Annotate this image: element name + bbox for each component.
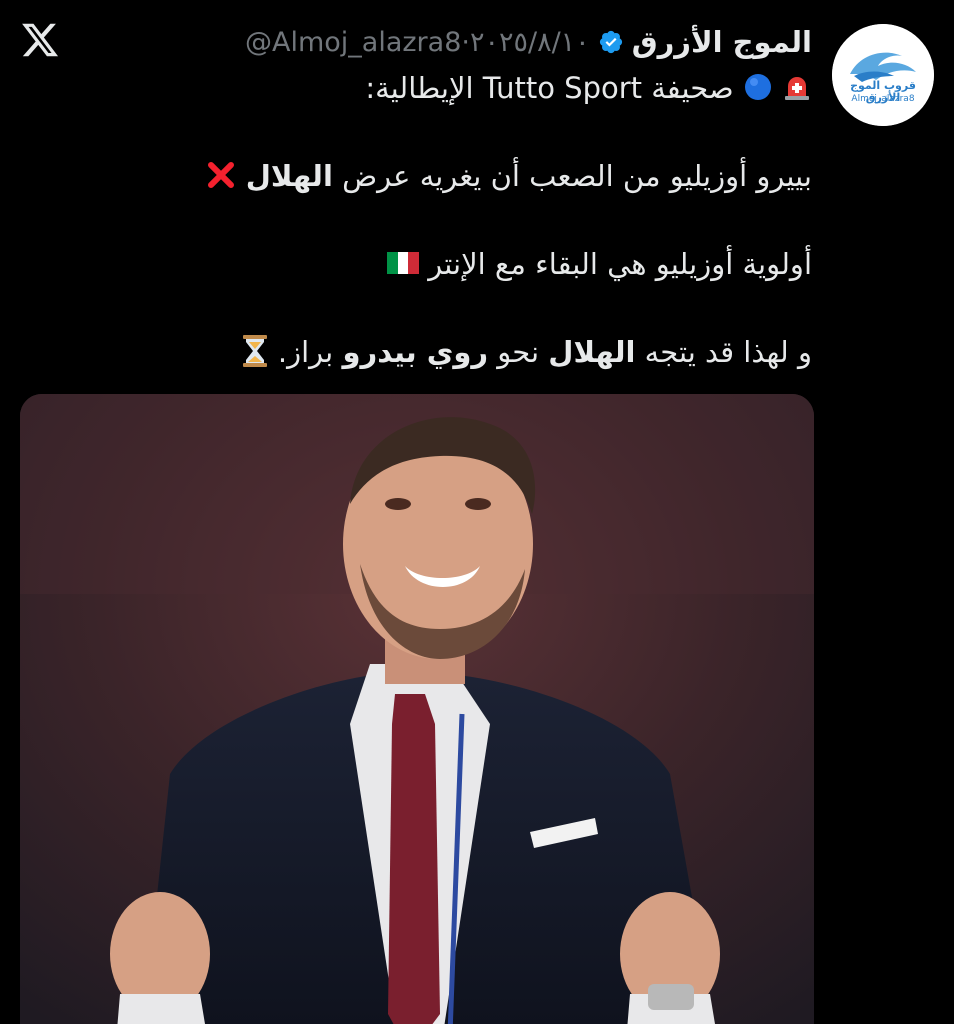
line2-text: بييرو أوزيليو من الصعب أن يغريه عرض [332,159,812,193]
meta-separator: · [461,26,470,58]
line1-suffix: الإيطالية: [365,71,483,105]
x-logo-icon[interactable] [20,20,60,60]
tweet-card: قروب الموج الأزرق Almoj_alazra8 الموج ال… [0,0,954,1024]
tweet-line-2: بييرو أوزيليو من الصعب أن يغريه عرض الهل… [12,156,812,196]
avatar-logo-handle: Almoj_alazra8 [851,94,915,104]
line4-club: الهلال [548,335,636,369]
italy-flag-emoji [387,252,420,274]
line4-middle: نحو [488,335,549,369]
tweet-line-1: صحيفة Tutto Sport الإيطالية: [12,68,812,108]
rotating-light-emoji [782,72,812,102]
display-name[interactable]: الموج الأزرق [632,25,812,59]
line4-name: روي بيدرو [342,335,489,369]
verified-badge-icon [598,29,624,55]
line4-start: و لهذا قد يتجه [635,335,812,369]
tweet-media-image[interactable] [20,394,814,1024]
tweet-line-4: و لهذا قد يتجه الهلال نحو روي بيدرو براز… [12,332,812,372]
line1-prefix: صحيفة [642,71,734,105]
source-name: Tutto Sport [482,71,643,105]
line3-text: أولوية أوزيليو هي البقاء مع الإنتر [428,247,812,281]
line4-end: براز. [277,335,343,369]
tweet-header: الموج الأزرق @Almoj_alazra8·٢٠٢٥/٨/١٠ [245,22,812,62]
cross-mark-emoji [205,159,237,191]
avatar[interactable]: قروب الموج الأزرق Almoj_alazra8 [832,24,934,126]
line2-club: الهلال [245,159,333,193]
tweet-line-3: أولوية أوزيليو هي البقاء مع الإنتر [12,244,812,284]
hourglass-emoji [241,334,269,368]
tweet-date[interactable]: ٢٠٢٥/٨/١٠ [470,27,590,58]
user-handle[interactable]: @Almoj_alazra8 [245,27,461,58]
blue-circle-emoji [743,72,773,102]
tweet-meta: @Almoj_alazra8·٢٠٢٥/٨/١٠ [245,27,590,58]
